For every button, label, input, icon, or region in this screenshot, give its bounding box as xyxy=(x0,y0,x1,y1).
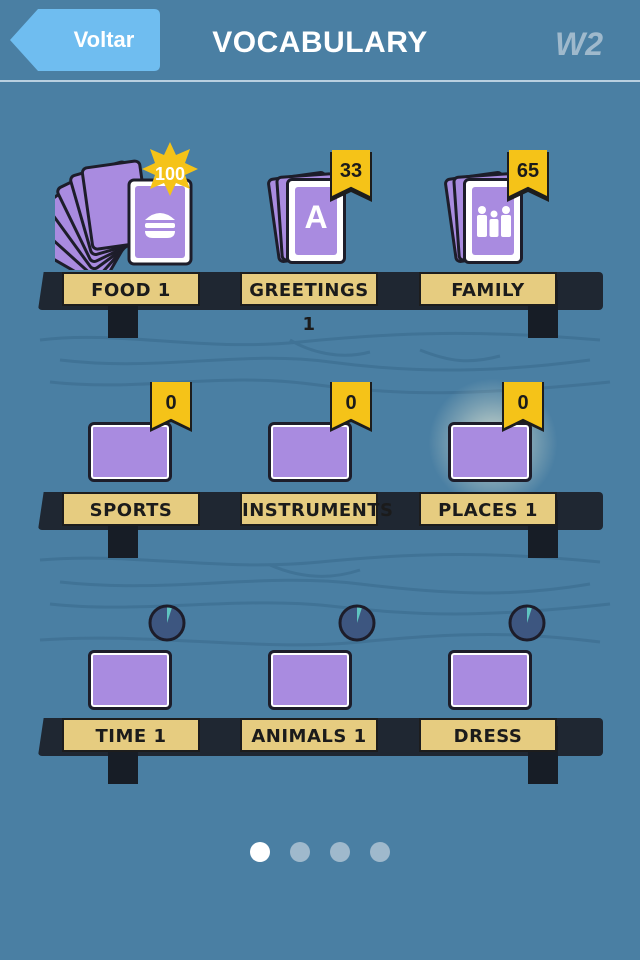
timer-icon xyxy=(338,604,376,642)
deck-count: 33 xyxy=(339,160,363,182)
logo: W2 xyxy=(555,26,603,62)
deck-places-1[interactable]: 0 xyxy=(448,382,558,482)
page-dot-3[interactable] xyxy=(330,842,350,862)
empty-card xyxy=(268,422,352,482)
empty-card xyxy=(88,650,172,710)
family-icon xyxy=(477,206,511,237)
deck-label[interactable]: TIME 1 xyxy=(62,718,200,752)
timer-icon xyxy=(508,604,546,642)
deck-sports[interactable]: 0 xyxy=(88,382,198,482)
deck-label[interactable]: PLACES 1 xyxy=(419,492,557,526)
timer-icon xyxy=(148,604,186,642)
deck-count: 0 xyxy=(345,392,357,414)
deck-greetings-1[interactable]: A 33 xyxy=(266,150,378,268)
deck-animals-1[interactable] xyxy=(268,604,378,710)
back-button[interactable]: Voltar xyxy=(10,9,160,71)
deck-count: 0 xyxy=(165,392,177,414)
deck-food-1[interactable]: 100 xyxy=(30,140,200,287)
empty-card xyxy=(268,650,352,710)
deck-dress[interactable] xyxy=(448,604,558,710)
page-title: VOCABULARY xyxy=(212,26,428,59)
empty-card xyxy=(448,422,532,482)
empty-card xyxy=(448,650,532,710)
page-indicator xyxy=(0,842,640,866)
deck-label[interactable]: FAMILY xyxy=(419,272,557,306)
deck-count: 0 xyxy=(517,392,529,414)
burger-icon xyxy=(145,213,175,238)
back-button-label: Voltar xyxy=(73,27,135,52)
page-dot-4[interactable] xyxy=(370,842,390,862)
letter-a-icon: A xyxy=(304,199,328,235)
deck-instruments[interactable]: 0 xyxy=(268,382,378,482)
deck-label[interactable]: ANIMALS 1 xyxy=(240,718,378,752)
deck-label[interactable]: INSTRUMENTS xyxy=(240,492,393,526)
deck-label[interactable]: DRESS xyxy=(419,718,557,752)
deck-count: 65 xyxy=(516,160,540,182)
deck-label[interactable]: GREETINGS 1 xyxy=(240,272,378,335)
deck-label[interactable]: FOOD 1 xyxy=(62,272,200,306)
deck-label[interactable]: SPORTS xyxy=(62,492,200,526)
deck-time-1[interactable] xyxy=(88,604,198,710)
page-dot-1[interactable] xyxy=(250,842,270,862)
top-bar: Voltar VOCABULARY W2 xyxy=(0,0,640,82)
empty-card xyxy=(88,422,172,482)
page-dot-2[interactable] xyxy=(290,842,310,862)
deck-family[interactable]: 65 xyxy=(443,150,555,268)
deck-count: 100 xyxy=(154,164,186,184)
